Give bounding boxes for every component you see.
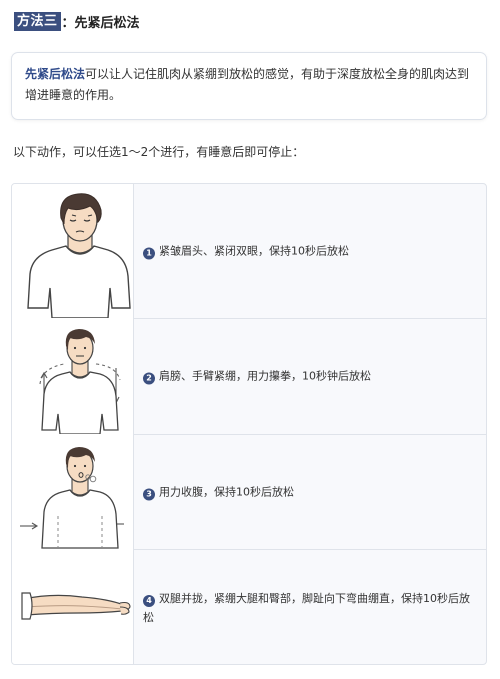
method-description-card: 先紧后松法可以让人记住肌肉从紧绷到放松的感觉，有助于深度放松全身的肌肉达到增进睡… [11, 52, 487, 120]
method-badge: 方法三 [14, 11, 61, 31]
frowning-face-illustration [12, 184, 134, 318]
step-number-badge: 1 [143, 247, 155, 260]
step-number-badge: 2 [143, 372, 155, 385]
method-title: ：先紧后松法 [61, 15, 140, 31]
step-number-badge: 3 [143, 488, 155, 500]
step-label: 用力收腹，保持10秒后放松 [159, 485, 294, 498]
shoulder-tension-illustration [12, 318, 134, 434]
step-row: 1 紧皱眉头、紧闭双眼，保持10秒后放松 [12, 184, 486, 319]
section-heading: 方法三 ：先紧后松法 [14, 11, 140, 31]
abdomen-tension-illustration [12, 434, 134, 549]
leg-tension-illustration [12, 549, 134, 664]
step-row: 4 双腿并拢，紧绷大腿和臀部，脚趾向下弯曲绷直，保持10秒后放松 [12, 549, 486, 664]
method-description: 可以让人记住肌肉从紧绷到放松的感觉，有助于深度放松全身的肌肉达到增进睡意的作用。 [25, 67, 470, 102]
step-text: 4 双腿并拢，紧绷大腿和臀部，脚趾向下弯曲绷直，保持10秒后放松 [143, 589, 478, 627]
step-label: 双腿并拢，紧绷大腿和臀部，脚趾向下弯曲绷直，保持10秒后放松 [143, 591, 470, 624]
step-text: 3 用力收腹，保持10秒后放松 [143, 482, 478, 501]
instruction-text: 以下动作，可以任选1～2个进行，有睡意后即可停止： [13, 145, 305, 159]
step-row: 2 肩膀、手臂紧绷，用力攥拳，10秒钟后放松 [12, 318, 486, 435]
step-text: 1 紧皱眉头、紧闭双眼，保持10秒后放松 [143, 242, 478, 261]
step-label: 肩膀、手臂紧绷，用力攥拳，10秒钟后放松 [159, 369, 371, 383]
step-row: 3 用力收腹，保持10秒后放松 [12, 434, 486, 550]
steps-table: 1 紧皱眉头、紧闭双眼，保持10秒后放松 2 肩膀、手臂紧绷，用力攥拳，10秒钟… [11, 183, 487, 665]
step-text: 2 肩膀、手臂紧绷，用力攥拳，10秒钟后放松 [143, 367, 478, 386]
step-number-badge: 4 [143, 594, 155, 607]
step-label: 紧皱眉头、紧闭双眼，保持10秒后放松 [159, 244, 349, 258]
method-keyword: 先紧后松法 [25, 67, 86, 81]
